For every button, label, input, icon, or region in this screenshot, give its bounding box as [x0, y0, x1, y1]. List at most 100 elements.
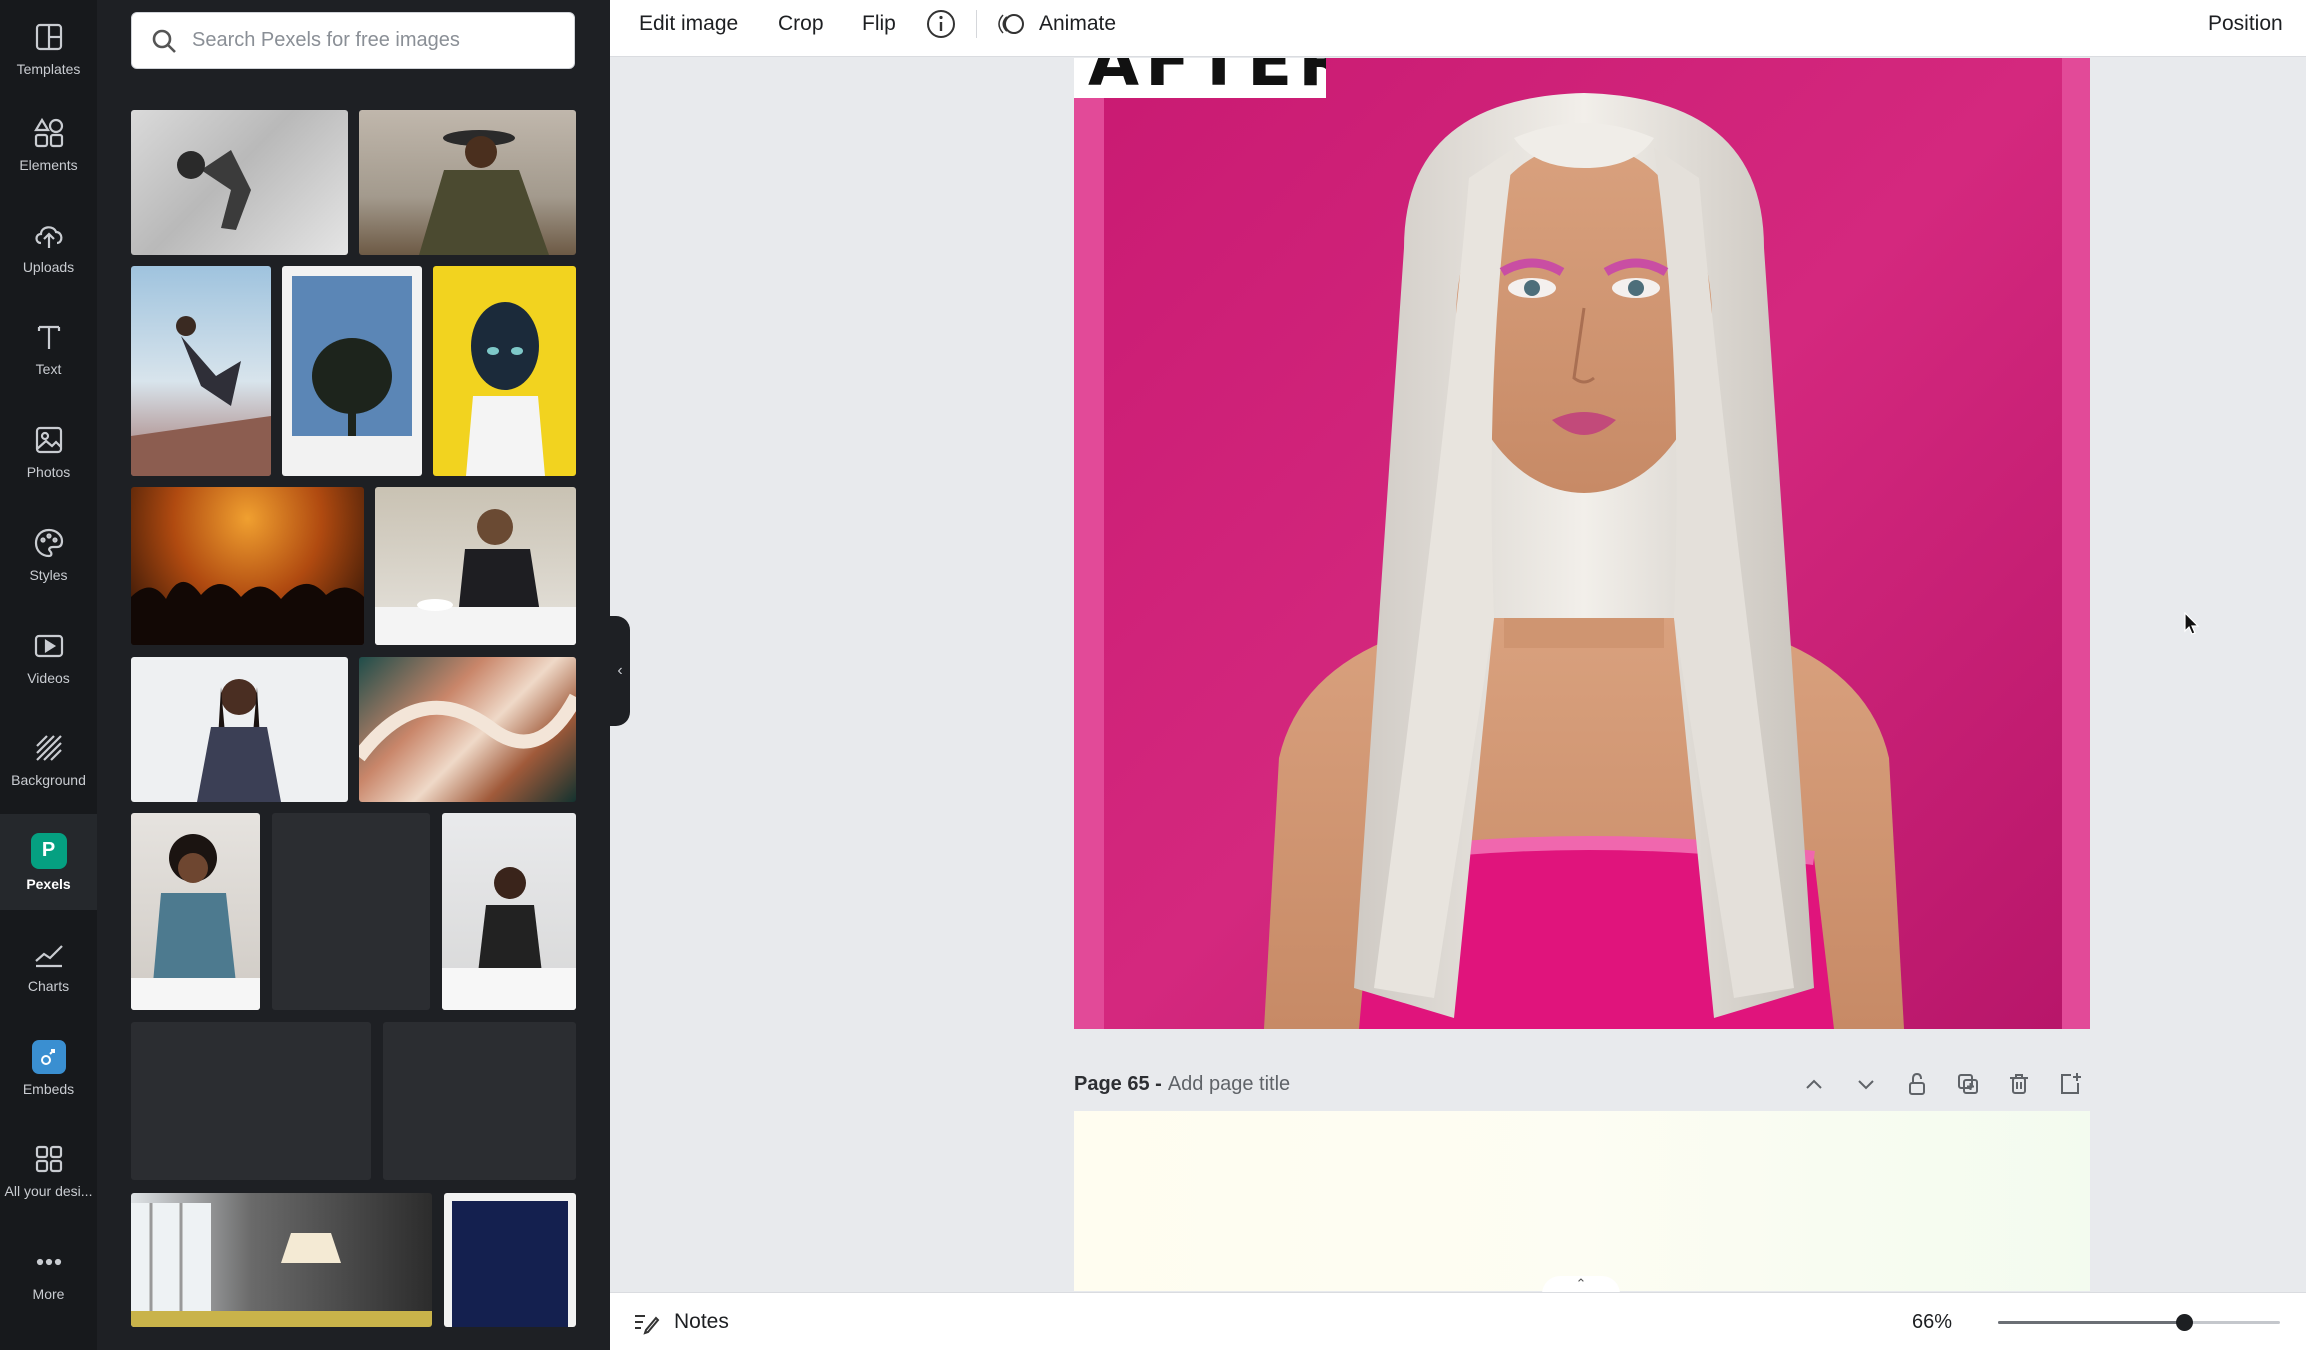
- elements-icon: [32, 116, 66, 150]
- templates-icon: [32, 20, 66, 54]
- chevron-down-icon: [1852, 1070, 1880, 1098]
- lock-icon: [1903, 1070, 1931, 1098]
- rail-item-pexels[interactable]: P Pexels: [0, 814, 97, 910]
- image-thumbnail[interactable]: [442, 813, 576, 1010]
- chevron-up-icon: [1800, 1070, 1828, 1098]
- flip-button[interactable]: Flip: [862, 0, 896, 47]
- image-thumbnail[interactable]: [131, 110, 348, 255]
- add-page-icon: [2056, 1070, 2084, 1098]
- mouse-cursor: [2184, 612, 2200, 641]
- abstract-swirl-image: [359, 657, 576, 802]
- search-box[interactable]: [131, 12, 575, 69]
- rail-item-videos[interactable]: Videos: [0, 609, 97, 705]
- move-page-up-button[interactable]: [1800, 1070, 1828, 1098]
- after-headline: AFTER: [1088, 58, 1326, 98]
- rail-label-styles: Styles: [29, 567, 67, 583]
- rail-item-background[interactable]: Background: [0, 711, 97, 807]
- chevron-left-icon: ‹: [617, 662, 622, 680]
- rail-item-text[interactable]: Text: [0, 300, 97, 396]
- image-thumbnail-loading[interactable]: [272, 813, 430, 1010]
- chart-line-icon: [32, 937, 66, 971]
- animate-button[interactable]: Animate: [997, 0, 1116, 47]
- bottom-bar: Notes 66%: [610, 1292, 2306, 1350]
- zoom-percentage[interactable]: 66%: [1912, 1293, 1952, 1350]
- embed-app-icon: [32, 1040, 66, 1074]
- image-thumbnail[interactable]: [131, 266, 271, 476]
- rail-label-background: Background: [11, 772, 86, 788]
- image-thumbnail[interactable]: [131, 813, 260, 1010]
- collapse-panel-button[interactable]: ‹: [610, 616, 630, 726]
- top-toolbar: Edit image Crop Flip Animate Position: [610, 0, 2306, 57]
- rail-label-templates: Templates: [17, 61, 81, 77]
- night-sky-polaroid-image: [444, 1193, 576, 1327]
- animate-label: Animate: [1039, 12, 1116, 36]
- rail-item-photos[interactable]: Photos: [0, 403, 97, 499]
- image-thumbnail[interactable]: [375, 487, 576, 645]
- lock-page-button[interactable]: [1903, 1070, 1931, 1098]
- add-page-button[interactable]: [2056, 1070, 2084, 1098]
- page-header-bar: Page 65 - Add page title: [1074, 1066, 2090, 1102]
- rail-label-uploads: Uploads: [23, 259, 74, 275]
- next-design-page[interactable]: [1074, 1111, 2090, 1291]
- zoom-slider[interactable]: [1998, 1321, 2280, 1324]
- design-page-photo[interactable]: [1074, 58, 2090, 1029]
- duplicate-page-button[interactable]: [1954, 1070, 1982, 1098]
- image-thumbnail[interactable]: [444, 1193, 576, 1327]
- info-icon: [925, 8, 957, 40]
- woman-writing-image: [442, 813, 576, 1010]
- trash-icon: [2005, 1070, 2033, 1098]
- text-icon: [32, 320, 66, 354]
- upload-cloud-icon: [32, 218, 66, 252]
- rail-item-all-your-designs[interactable]: All your desi...: [0, 1122, 97, 1218]
- left-icon-rail: Templates Elements Uploads Text Photos S…: [0, 0, 97, 1350]
- image-thumbnail-loading[interactable]: [383, 1022, 576, 1180]
- image-thumbnail[interactable]: [131, 1193, 432, 1327]
- notes-button[interactable]: Notes: [632, 1293, 729, 1350]
- cursor-arrow-icon: [2184, 612, 2200, 636]
- add-page-title[interactable]: Add page title: [1168, 1073, 1290, 1096]
- rail-label-embeds: Embeds: [23, 1081, 74, 1097]
- zoom-slider-handle[interactable]: [2176, 1314, 2193, 1331]
- info-button[interactable]: [925, 0, 957, 47]
- after-headline-text[interactable]: AFTER: [1074, 58, 1326, 98]
- image-thumbnail[interactable]: [131, 657, 348, 802]
- search-input[interactable]: [192, 29, 562, 52]
- image-thumbnail[interactable]: [359, 657, 576, 802]
- image-thumbnail-loading[interactable]: [131, 1022, 371, 1180]
- video-icon: [32, 629, 66, 663]
- photo-icon: [32, 423, 66, 457]
- rail-item-elements[interactable]: Elements: [0, 96, 97, 192]
- yellow-wall-art-image: [433, 266, 576, 476]
- rail-label-pexels: Pexels: [26, 876, 70, 892]
- image-thumbnail[interactable]: [433, 266, 576, 476]
- rail-item-templates[interactable]: Templates: [0, 0, 97, 96]
- zoom-slider-fill: [1998, 1321, 2184, 1324]
- caret-up-icon: ⌃: [1576, 1276, 1587, 1291]
- office-lamp-image: [131, 1193, 432, 1327]
- woman-at-desk-image: [131, 813, 260, 1010]
- crop-button[interactable]: Crop: [778, 0, 824, 47]
- image-thumbnail[interactable]: [359, 110, 576, 255]
- move-page-down-button[interactable]: [1852, 1070, 1880, 1098]
- position-button[interactable]: Position: [2208, 0, 2283, 47]
- rail-label-more: More: [33, 1286, 65, 1302]
- delete-page-button[interactable]: [2005, 1070, 2033, 1098]
- rail-label-all-your-designs: All your desi...: [5, 1183, 93, 1199]
- rail-item-charts[interactable]: Charts: [0, 917, 97, 1013]
- rail-label-videos: Videos: [27, 670, 70, 686]
- rail-item-uploads[interactable]: Uploads: [0, 198, 97, 294]
- notes-icon: [632, 1308, 660, 1336]
- rail-item-styles[interactable]: Styles: [0, 506, 97, 602]
- smiling-woman-image: [131, 657, 348, 802]
- image-thumbnail[interactable]: [282, 266, 422, 476]
- image-thumbnail[interactable]: [131, 487, 364, 645]
- search-icon: [150, 27, 178, 55]
- rail-item-embeds[interactable]: Embeds: [0, 1020, 97, 1116]
- man-in-hat-image: [359, 110, 576, 255]
- skateboarder-image: [131, 110, 348, 255]
- rail-label-photos: Photos: [27, 464, 71, 480]
- apps-grid-icon: [32, 1142, 66, 1176]
- edit-image-button[interactable]: Edit image: [639, 0, 738, 47]
- pexels-app-icon: P: [31, 833, 67, 869]
- rail-item-more[interactable]: More: [0, 1225, 97, 1321]
